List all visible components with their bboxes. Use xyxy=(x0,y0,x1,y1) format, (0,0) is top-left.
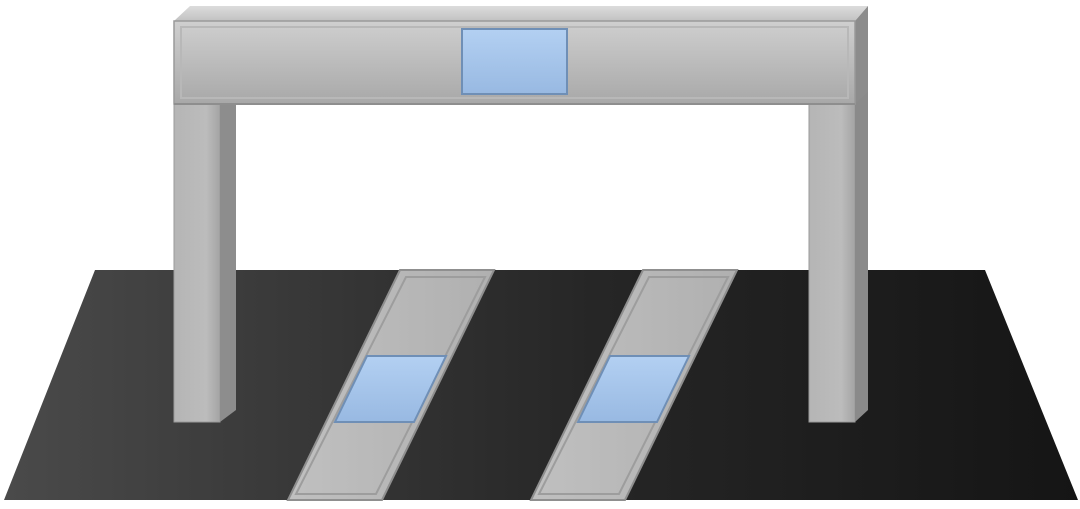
road-surface xyxy=(4,270,1078,500)
gantry-pillar-left xyxy=(173,99,236,423)
gantry-pillar-right xyxy=(808,88,868,423)
gantry-beam-top xyxy=(174,6,868,21)
gantry-road-diagram xyxy=(4,6,1078,501)
gantry-beam-side xyxy=(855,6,868,104)
sensor-panel-overhead xyxy=(461,28,568,95)
